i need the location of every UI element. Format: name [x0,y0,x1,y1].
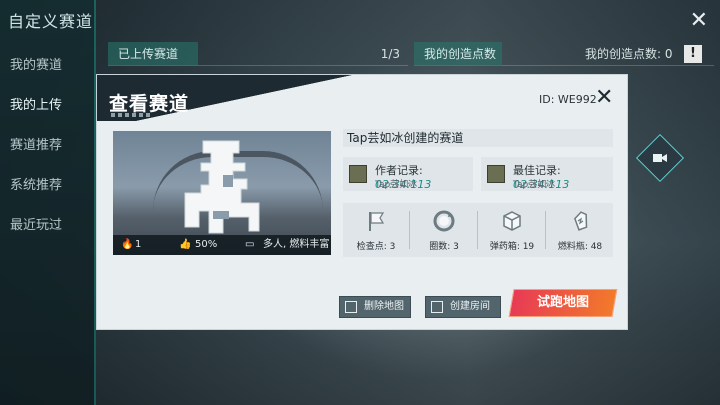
laps-icon [433,210,455,232]
divider [477,211,478,249]
sidebar-item-recently-played[interactable]: 最近玩过 [0,214,96,238]
modal-close-icon[interactable]: ✕ [595,85,613,110]
track-id: ID: WE992 [539,93,597,106]
avatar [349,165,367,183]
laps-value: 圈数: 3 [429,242,459,252]
sidebar-item-my-tracks[interactable]: 我的赛道 [0,54,96,78]
enter-room-icon [431,301,443,313]
stat-laps: 圈数: 3 [411,203,477,257]
track-name: Tap芸如冰创建的赛道 [343,129,613,147]
track-tags: 多人, 燃料丰富 [263,239,330,250]
test-run-label: 试跑地图 [536,295,589,310]
sidebar: 自定义赛道 我的赛道 我的上传 赛道推荐 系统推荐 最近玩过 [0,0,96,405]
best-record: 最佳记录: 02:34:113 Tap芸如冰 [481,157,613,191]
track-stats: 检查点: 3 圈数: 3 弹药箱: 19 燃料瓶: 48 [343,203,613,257]
video-camera-icon [653,154,667,162]
preview-info-bar: 🔥 1 👍 50% ▭ 多人, 燃料丰富 [113,235,331,255]
heat-count: 1 [135,239,142,250]
stat-checkpoints: 检查点: 3 [343,203,409,257]
sidebar-title: 自定义赛道 [8,12,94,31]
stat-fuel: 燃料瓶: 48 [547,203,613,257]
sidebar-item-my-uploads[interactable]: 我的上传 [0,94,96,118]
author-record-player: Tap芸如冰 [375,180,418,190]
uploaded-count: 1/3 [380,47,400,61]
ammo-box-icon [503,211,521,231]
view-track-modal: 查看赛道 ID: WE992 ✕ 🔥 1 👍 50% ▭ 多人, 燃料丰富 Ta… [96,74,629,330]
thumbs-up-icon: 👍 [179,239,192,250]
ammo-value: 弹药箱: 19 [489,242,535,252]
modal-title: 查看赛道 [109,93,190,115]
trash-icon [345,301,357,313]
divider [545,211,546,249]
test-run-button[interactable]: 试跑地图 [508,289,618,317]
checkpoints-value: 检查点: 3 [356,242,396,252]
rating: 50% [195,239,218,250]
delete-map-label: 删除地图 [364,301,404,312]
best-record-player: Tap芸如冰 [513,180,556,190]
warning-icon[interactable]: ! [684,45,702,63]
track-outline-icon [184,140,260,234]
fuel-value: 燃料瓶: 48 [557,242,603,252]
divider [409,211,410,249]
stat-ammo: 弹药箱: 19 [479,203,545,257]
create-room-button[interactable]: 创建房间 [425,296,501,318]
creation-points-label: 我的创造点数: 0 [585,47,673,61]
sidebar-item-system-recommended[interactable]: 系统推荐 [0,174,96,198]
modal-header: 查看赛道 ID: WE992 ✕ [97,75,629,121]
delete-map-button[interactable]: 删除地图 [339,296,411,318]
uploaded-label: 已上传赛道 [108,42,198,66]
track-preview[interactable]: 🔥 1 👍 50% ▭ 多人, 燃料丰富 [113,131,331,255]
author-record: 作者记录: 02:34:113 Tap芸如冰 [343,157,473,191]
points-tab: 我的创造点数 [414,42,502,66]
flag-icon [369,212,385,231]
create-room-label: 创建房间 [450,301,490,312]
sidebar-item-recommended[interactable]: 赛道推荐 [0,134,96,158]
tag-icon: ▭ [245,239,255,250]
avatar [487,165,505,183]
fuel-bottle-icon [574,211,588,231]
fire-icon: 🔥 [121,239,134,250]
title-stripes [111,113,151,117]
close-icon[interactable]: ✕ [690,8,708,33]
